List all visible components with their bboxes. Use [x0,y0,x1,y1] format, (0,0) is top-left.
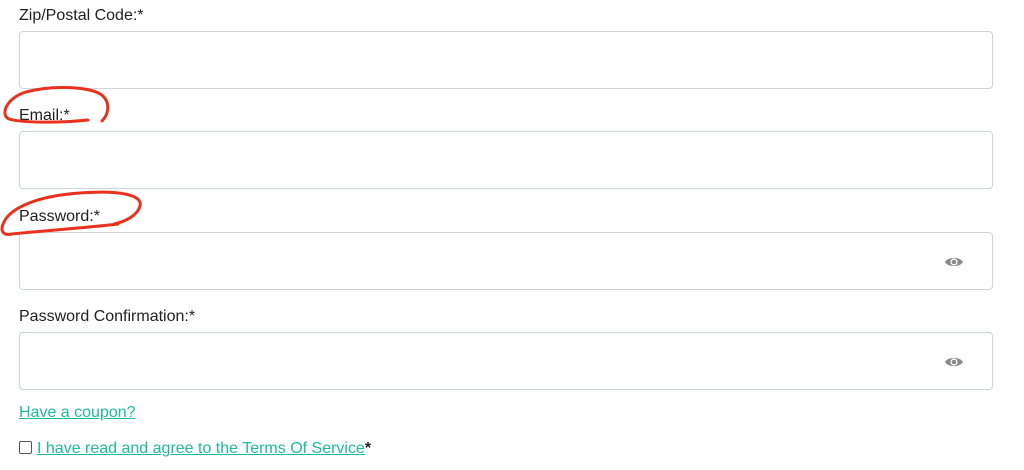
zip-input[interactable] [20,32,992,88]
zip-field-box[interactable] [19,31,993,89]
email-field-box[interactable] [19,131,993,189]
password-confirmation-input[interactable] [20,333,992,389]
required-mark: * [364,440,372,457]
password-field-box[interactable] [19,232,993,290]
terms-row: I have read and agree to the Terms Of Se… [19,439,371,459]
password-label: Password:* [19,208,100,225]
eye-icon[interactable] [944,355,964,369]
email-label: Email:* [19,107,70,124]
password-confirmation-field-box[interactable] [19,332,993,390]
email-input[interactable] [20,132,992,188]
terms-of-service-link[interactable]: I have read and agree to the Terms Of Se… [37,440,365,457]
zip-label: Zip/Postal Code:* [19,7,144,24]
password-input[interactable] [20,233,992,289]
coupon-link[interactable]: Have a coupon? [19,403,136,423]
eye-icon[interactable] [944,255,964,269]
password-confirmation-label: Password Confirmation:* [19,308,196,325]
terms-checkbox[interactable] [19,441,32,454]
